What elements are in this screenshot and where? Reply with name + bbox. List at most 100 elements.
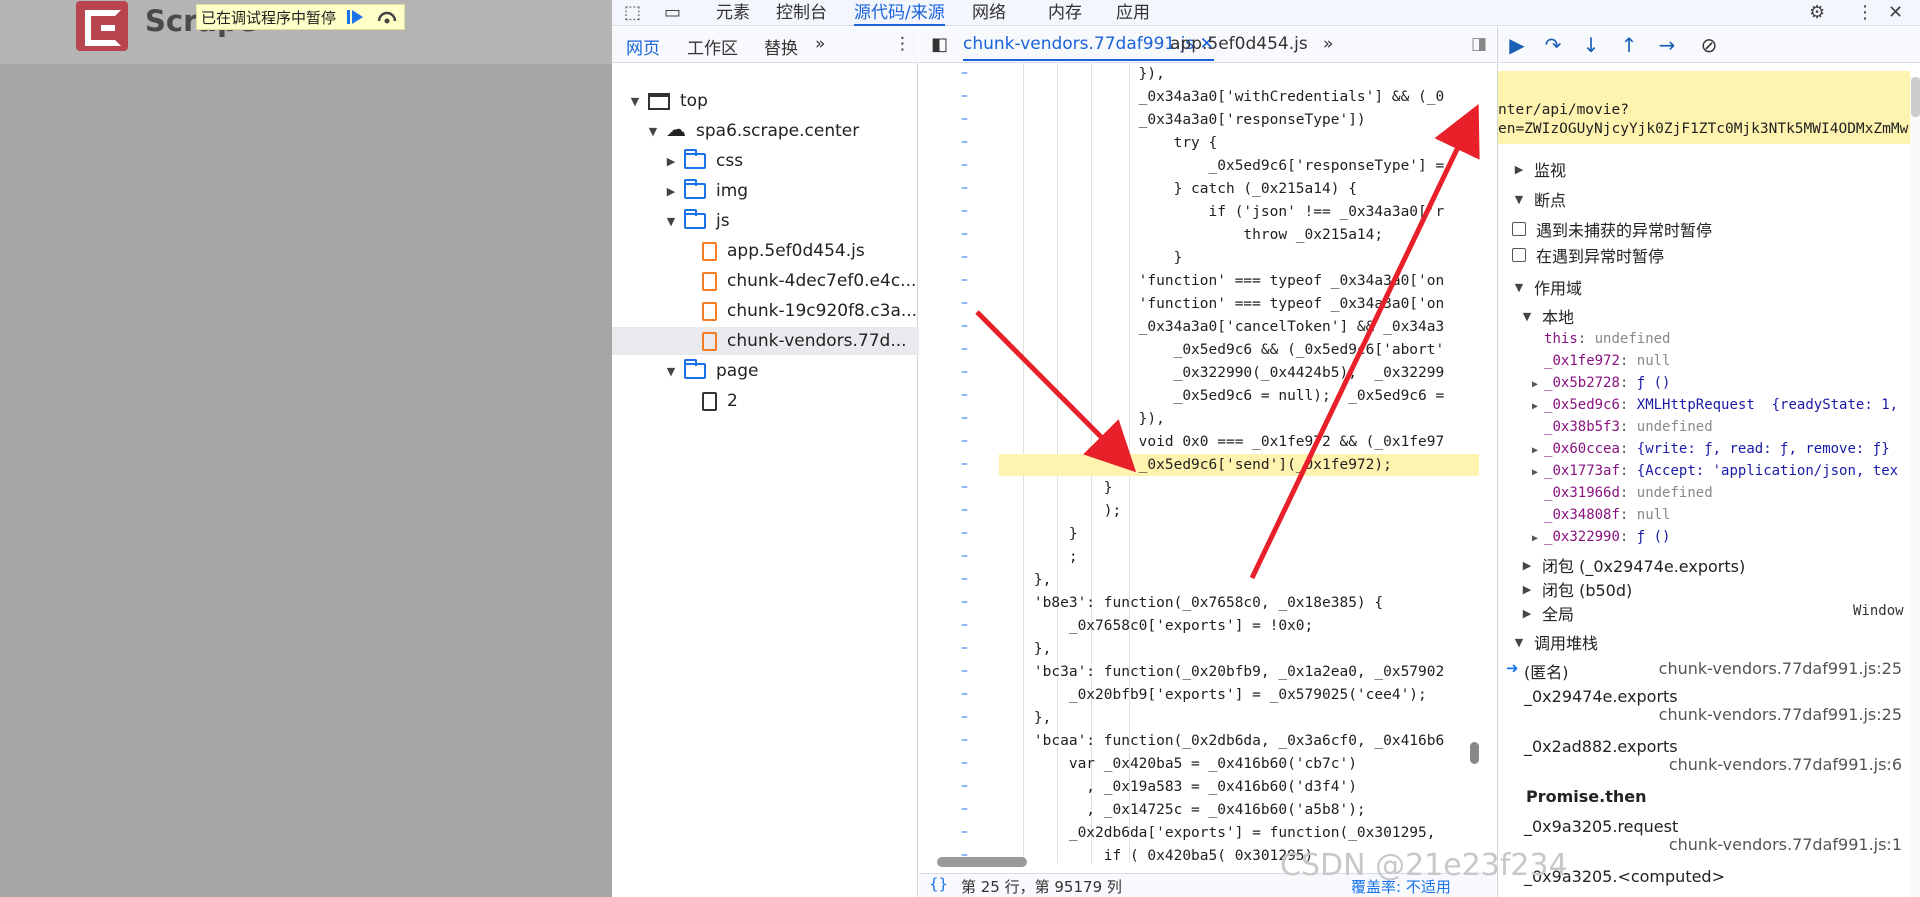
line-marker[interactable]: –: [961, 341, 968, 357]
scope-global[interactable]: ▶ 全局: [1520, 601, 1574, 625]
section-scope[interactable]: ▼ 作用域: [1512, 275, 1582, 299]
tree-css[interactable]: ▶ css: [612, 147, 964, 175]
editor-tab-app[interactable]: app.5ef0d454.js: [1170, 34, 1308, 54]
nav-tab-workspace[interactable]: 工作区: [687, 34, 738, 59]
tab-console[interactable]: 控制台: [776, 0, 827, 23]
scope-local[interactable]: ▼ 本地: [1520, 304, 1574, 328]
tab-application[interactable]: 应用: [1116, 0, 1150, 23]
scope-closure[interactable]: ▶ 闭包 (_0x29474e.exports): [1520, 553, 1745, 577]
nav-tab-page[interactable]: 网页: [626, 34, 660, 59]
step-into-icon[interactable]: ↓: [1578, 32, 1604, 58]
line-marker[interactable]: –: [961, 249, 968, 265]
scope-variable[interactable]: _0x31966d: undefined: [1532, 485, 1713, 501]
code-content[interactable]: }), _0x34a3a0['withCredentials'] && (_0 …: [999, 63, 1496, 863]
stack-frame[interactable]: Promise.then: [1526, 787, 1647, 806]
line-marker[interactable]: –: [961, 364, 968, 380]
scope-closure[interactable]: ▶ 闭包 (b50d): [1520, 577, 1632, 601]
resume-icon[interactable]: ▶: [1504, 32, 1530, 58]
line-marker[interactable]: –: [961, 594, 968, 610]
stack-frame[interactable]: _0x2ad882.exports: [1524, 737, 1678, 756]
step-icon[interactable]: →: [1654, 32, 1680, 58]
line-marker[interactable]: –: [961, 157, 968, 173]
scope-variable[interactable]: _0x38b5f3: undefined: [1532, 419, 1713, 435]
scope-variable[interactable]: _0x1fe972: null: [1532, 353, 1670, 369]
section-breakpoints[interactable]: ▼ 断点: [1512, 187, 1566, 211]
line-marker[interactable]: –: [961, 410, 968, 426]
stack-frame[interactable]: _0x9a3205.request: [1524, 817, 1678, 836]
scope-variable[interactable]: ▶ _0x322990: ƒ (): [1532, 529, 1670, 545]
tree-top[interactable]: ▼ top: [612, 87, 928, 115]
line-marker[interactable]: –: [961, 548, 968, 564]
stack-frame-location[interactable]: chunk-vendors.77daf991.js:25: [1659, 659, 1902, 678]
line-marker[interactable]: –: [961, 801, 968, 817]
step-over-button[interactable]: [374, 6, 400, 28]
toggle-debugger-icon[interactable]: ◨: [1471, 34, 1487, 54]
line-marker[interactable]: –: [961, 456, 968, 472]
debugger-scrollbar[interactable]: [1910, 77, 1920, 897]
resume-button[interactable]: [342, 6, 368, 28]
line-marker[interactable]: –: [961, 686, 968, 702]
more-tabs-icon[interactable]: »: [1323, 34, 1333, 54]
nav-more-menu-icon[interactable]: ⋮: [894, 34, 911, 54]
inspect-element-icon[interactable]: ⬚: [624, 2, 641, 23]
line-marker[interactable]: –: [961, 272, 968, 288]
line-marker[interactable]: –: [961, 824, 968, 840]
stack-frame[interactable]: (匿名): [1524, 659, 1569, 683]
line-marker[interactable]: –: [961, 65, 968, 81]
tab-network[interactable]: 网络: [972, 0, 1006, 23]
stack-frame-location[interactable]: chunk-vendors.77daf991.js:25: [1659, 705, 1902, 724]
line-marker[interactable]: –: [961, 617, 968, 633]
tree-domain[interactable]: ▼ ☁ spa6.scrape.center: [612, 117, 946, 145]
editor-vertical-scrollbar[interactable]: [1470, 742, 1479, 764]
line-marker[interactable]: –: [961, 88, 968, 104]
pretty-print-icon[interactable]: {}: [929, 875, 948, 893]
device-toggle-icon[interactable]: ▭: [664, 2, 681, 23]
scope-variable[interactable]: ▶ _0x1773af: {Accept: 'application/json,…: [1532, 463, 1898, 479]
more-menu-icon[interactable]: ⋮: [1856, 2, 1874, 23]
tree-js[interactable]: ▼ js: [612, 207, 964, 235]
line-marker[interactable]: –: [961, 433, 968, 449]
scope-variable[interactable]: ▶ _0x60ccea: {write: ƒ, read: ƒ, remove:…: [1532, 441, 1890, 457]
section-call-stack[interactable]: ▼ 调用堆栈: [1512, 630, 1598, 654]
gear-icon[interactable]: ⚙: [1809, 2, 1825, 23]
line-marker[interactable]: –: [961, 226, 968, 242]
tab-memory[interactable]: 内存: [1048, 0, 1082, 23]
step-out-icon[interactable]: ↑: [1616, 32, 1642, 58]
tab-elements[interactable]: 元素: [716, 0, 750, 23]
line-marker[interactable]: –: [961, 732, 968, 748]
line-marker[interactable]: –: [961, 295, 968, 311]
line-marker[interactable]: –: [961, 755, 968, 771]
scope-variable[interactable]: this: undefined: [1532, 331, 1670, 347]
section-watch[interactable]: ▶ 监视: [1512, 157, 1566, 181]
tree-img[interactable]: ▶ img: [612, 177, 964, 205]
step-over-icon[interactable]: ↷: [1540, 32, 1566, 58]
line-marker[interactable]: –: [961, 479, 968, 495]
scope-variable[interactable]: _0x34808f: null: [1532, 507, 1670, 523]
line-marker[interactable]: –: [961, 203, 968, 219]
pause-caught-option[interactable]: 在遇到异常时暂停: [1512, 243, 1664, 267]
scope-variable[interactable]: ▶ _0x5b2728: ƒ (): [1532, 375, 1670, 391]
line-marker[interactable]: –: [961, 318, 968, 334]
stack-frame-location[interactable]: chunk-vendors.77daf991.js:6: [1669, 755, 1902, 774]
stack-frame[interactable]: _0x29474e.exports: [1524, 687, 1678, 706]
close-icon[interactable]: ✕: [1888, 2, 1903, 23]
line-marker[interactable]: –: [961, 525, 968, 541]
line-marker[interactable]: –: [961, 571, 968, 587]
scope-variable[interactable]: ▶ _0x5ed9c6: XMLHttpRequest {readyState:…: [1532, 397, 1898, 413]
line-marker[interactable]: –: [961, 134, 968, 150]
pause-uncaught-option[interactable]: 遇到未捕获的异常时暂停: [1512, 217, 1712, 241]
nav-tab-overrides[interactable]: 替换: [764, 34, 798, 59]
line-marker[interactable]: –: [961, 111, 968, 127]
line-marker[interactable]: –: [961, 709, 968, 725]
line-marker[interactable]: –: [961, 502, 968, 518]
line-marker[interactable]: –: [961, 387, 968, 403]
deactivate-breakpoints-icon[interactable]: ⊘: [1696, 32, 1722, 58]
stack-frame-location[interactable]: chunk-vendors.77daf991.js:1: [1669, 835, 1902, 854]
debugger-scrollbar-thumb[interactable]: [1911, 77, 1920, 117]
line-marker[interactable]: –: [961, 778, 968, 794]
horizontal-scrollbar[interactable]: [937, 857, 1027, 867]
tree-page-folder[interactable]: ▼ page: [612, 357, 964, 385]
more-tabs-icon[interactable]: »: [815, 34, 825, 54]
line-marker[interactable]: –: [961, 640, 968, 656]
line-marker[interactable]: –: [961, 663, 968, 679]
